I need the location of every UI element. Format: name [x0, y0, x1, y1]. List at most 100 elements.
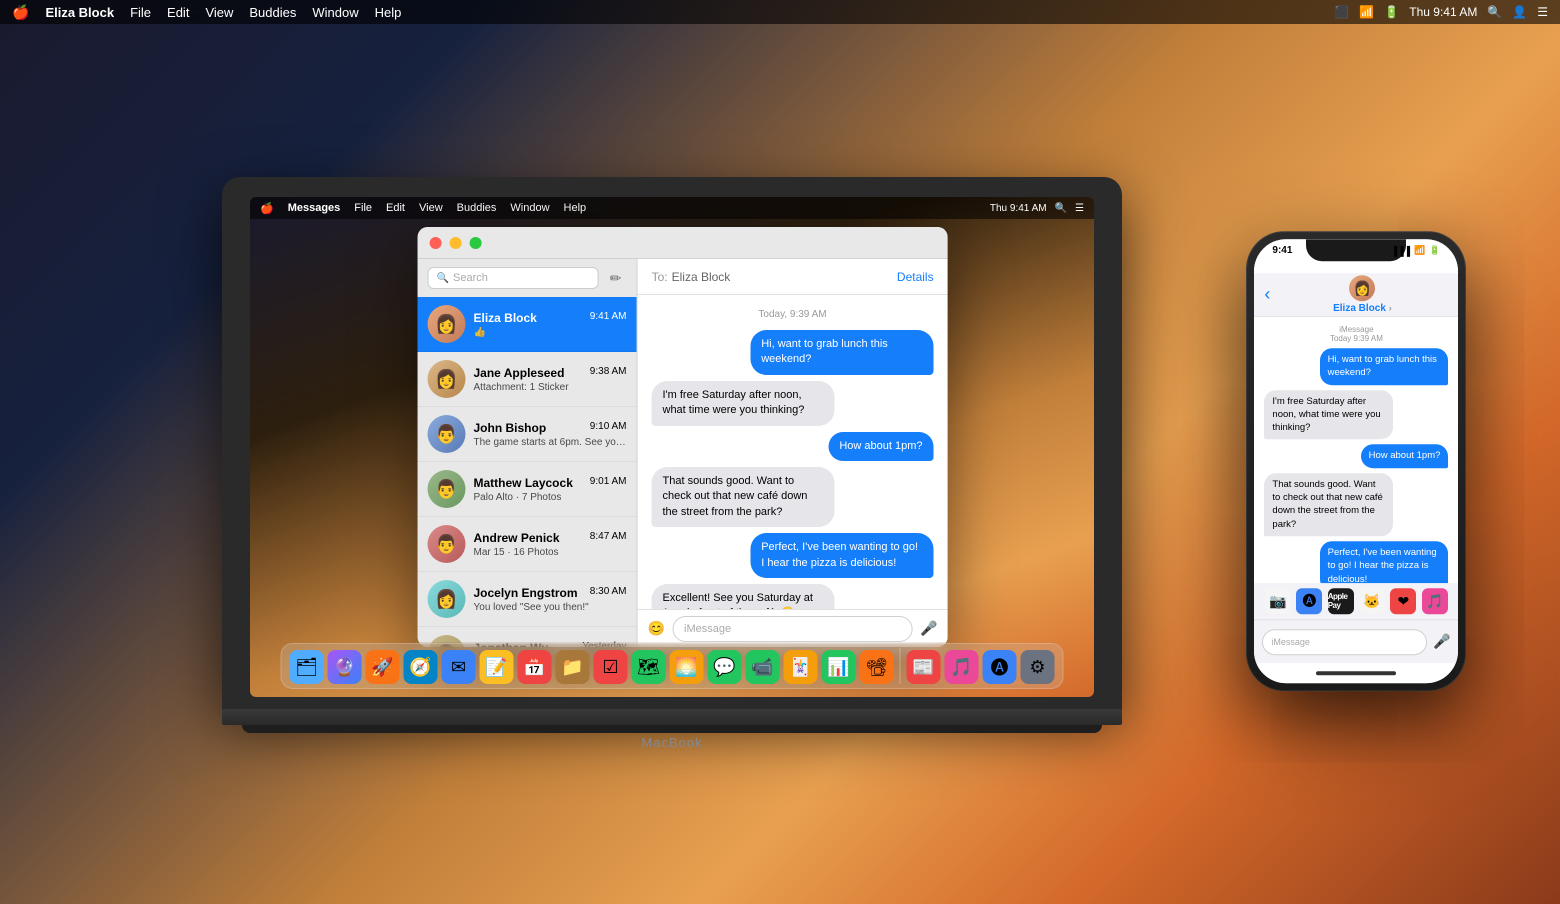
message-3: How about 1pm? — [652, 432, 934, 461]
iphone-signal: ▐▐▐ — [1391, 246, 1410, 256]
search-icon[interactable]: 🔍 — [1487, 5, 1502, 19]
iphone-bubble-3: How about 1pm? — [1361, 445, 1449, 468]
screen-help: Help — [564, 202, 587, 214]
iphone-status-bar: 9:41 ▐▐▐ 📶 🔋 — [1254, 245, 1458, 256]
conversation-andrew[interactable]: 👨 Andrew Penick 8:47 AM Mar 15 · 16 Phot… — [418, 517, 637, 572]
menu-file[interactable]: File — [130, 5, 151, 20]
iphone-wifi: 📶 — [1414, 245, 1425, 256]
conversation-eliza[interactable]: 👩 Eliza Block 9:41 AM 👍 — [418, 297, 637, 352]
wifi-icon: 📶 — [1359, 5, 1374, 19]
iphone-bubble-5: Perfect, I've been wanting to go! I hear… — [1320, 541, 1449, 583]
dock-reminders[interactable]: ☑ — [594, 650, 628, 684]
maximize-button[interactable] — [470, 236, 482, 248]
iphone-icon-memoji[interactable]: 🐱 — [1359, 588, 1385, 614]
avatar-andrew: 👨 — [428, 525, 466, 563]
menubar-time: Thu 9:41 AM — [1409, 5, 1477, 19]
dock-calendar[interactable]: 📅 — [518, 650, 552, 684]
conversation-john[interactable]: 👨 John Bishop 9:10 AM The game starts at… — [418, 407, 637, 462]
laptop-base — [222, 709, 1122, 725]
emoji-button[interactable]: 😊 — [648, 620, 665, 637]
dock-keynote[interactable]: 📽 — [860, 650, 894, 684]
iphone-outer: 9:41 ▐▐▐ 📶 🔋 ‹ 👩 Eliza Block › — [1246, 231, 1466, 691]
airplay-icon: ⬛ — [1334, 5, 1349, 19]
compose-button[interactable]: ✏ — [605, 267, 627, 289]
screen-status: Thu 9:41 AM 🔍 ☰ — [990, 202, 1084, 213]
dock-siri[interactable]: 🔮 — [328, 650, 362, 684]
conv-info-andrew: Andrew Penick 8:47 AM Mar 15 · 16 Photos — [474, 530, 627, 557]
avatar-jane: 👩 — [428, 360, 466, 398]
menubar-app-name: Eliza Block — [45, 5, 114, 20]
dock-news[interactable]: 📰 — [907, 650, 941, 684]
conversation-matthew[interactable]: 👨 Matthew Laycock 9:01 AM Palo Alto · 7 … — [418, 462, 637, 517]
menu-window[interactable]: Window — [312, 5, 358, 20]
menu-view[interactable]: View — [205, 5, 233, 20]
list-icon[interactable]: ☰ — [1537, 5, 1548, 19]
iphone-chat-header: ‹ 👩 Eliza Block › — [1254, 273, 1458, 317]
iphone-home-indicator — [1254, 663, 1458, 683]
close-button[interactable] — [430, 236, 442, 248]
dock-gamecenter[interactable]: 🃏 — [784, 650, 818, 684]
dock-mail[interactable]: ✉ — [442, 650, 476, 684]
search-field[interactable]: 🔍 Search — [428, 267, 599, 289]
dock-photos[interactable]: 🌅 — [670, 650, 704, 684]
screen-buddies: Buddies — [457, 202, 497, 214]
dock-launchpad[interactable]: 🚀 — [366, 650, 400, 684]
imessage-input[interactable]: iMessage — [673, 615, 912, 641]
conversation-jane[interactable]: 👩 Jane Appleseed 9:38 AM Attachment: 1 S… — [418, 352, 637, 407]
chat-timestamp: Today, 9:39 AM — [652, 309, 934, 320]
menubar-right: ⬛ 📶 🔋 Thu 9:41 AM 🔍 👤 ☰ — [1334, 5, 1548, 19]
conv-name-john: John Bishop 9:10 AM — [474, 420, 627, 434]
dock-facetime[interactable]: 📹 — [746, 650, 780, 684]
menu-help[interactable]: Help — [375, 5, 402, 20]
iphone-contact-avatar: 👩 — [1349, 275, 1375, 301]
dock-notes[interactable]: 📝 — [480, 650, 514, 684]
conv-name-andrew: Andrew Penick 8:47 AM — [474, 530, 627, 544]
iphone-back-button[interactable]: ‹ — [1264, 284, 1270, 305]
iphone-inner: 9:41 ▐▐▐ 📶 🔋 ‹ 👩 Eliza Block › — [1254, 239, 1458, 683]
avatar-jocelyn: 👩 — [428, 580, 466, 618]
conv-preview-john: The game starts at 6pm. See you then! — [474, 436, 627, 447]
chat-header: To: Eliza Block Details — [638, 259, 948, 295]
iphone-msg-4: That sounds good. Want to check out that… — [1264, 473, 1448, 536]
dock-numbers[interactable]: 📊 — [822, 650, 856, 684]
details-button[interactable]: Details — [897, 269, 934, 283]
dock-files[interactable]: 📁 — [556, 650, 590, 684]
iphone-contact-name[interactable]: Eliza Block › — [1276, 303, 1448, 314]
iphone-mic-button[interactable]: 🎤 — [1433, 633, 1450, 650]
dock-music[interactable]: 🎵 — [945, 650, 979, 684]
message-1: Hi, want to grab lunch this weekend? — [652, 330, 934, 375]
bubble-3: How about 1pm? — [828, 432, 933, 461]
iphone-icon-appstore[interactable]: 🅐 — [1296, 588, 1322, 614]
battery-icon: 🔋 — [1384, 5, 1399, 19]
minimize-button[interactable] — [450, 236, 462, 248]
iphone-msg-2: I'm free Saturday after noon, what time … — [1264, 390, 1448, 440]
iphone-icon-music[interactable]: 🎵 — [1422, 588, 1448, 614]
menu-buddies[interactable]: Buddies — [249, 5, 296, 20]
messages-window: 🔍 Search ✏ 👩 Eliza Block — [418, 227, 948, 647]
iphone-messages: iMessage Today 9:39 AM Hi, want to grab … — [1254, 317, 1458, 583]
mic-button[interactable]: 🎤 — [920, 620, 937, 637]
iphone-app-icons-bar: 📷 🅐 Apple Pay 🐱 ❤ 🎵 — [1254, 583, 1458, 619]
home-bar — [1316, 671, 1396, 675]
laptop-screen: 🍎 Messages File Edit View Buddies Window… — [250, 197, 1094, 697]
conversation-jocelyn[interactable]: 👩 Jocelyn Engstrom 8:30 AM You loved "Se… — [418, 572, 637, 627]
dock-finder[interactable]: 🗂 — [290, 650, 324, 684]
conv-preview-andrew: Mar 15 · 16 Photos — [474, 546, 627, 557]
dock-messages[interactable]: 💬 — [708, 650, 742, 684]
iphone-icon-applepay[interactable]: Apple Pay — [1328, 588, 1354, 614]
profile-icon[interactable]: 👤 — [1512, 5, 1527, 19]
menu-edit[interactable]: Edit — [167, 5, 189, 20]
iphone-battery: 🔋 — [1429, 245, 1440, 256]
conv-info-eliza: Eliza Block 9:41 AM 👍 — [474, 310, 627, 337]
iphone-service-label: iMessage Today 9:39 AM — [1264, 325, 1448, 343]
apple-menu[interactable]: 🍎 — [12, 4, 29, 21]
dock-maps[interactable]: 🗺 — [632, 650, 666, 684]
dock-sysprefs[interactable]: ⚙ — [1021, 650, 1055, 684]
conv-info-matthew: Matthew Laycock 9:01 AM Palo Alto · 7 Ph… — [474, 475, 627, 502]
iphone-input-field[interactable]: iMessage — [1262, 629, 1427, 655]
dock-appstore[interactable]: 🅐 — [983, 650, 1017, 684]
screen-file: File — [354, 202, 372, 214]
iphone-icon-camera[interactable]: 📷 — [1265, 588, 1291, 614]
dock-safari[interactable]: 🧭 — [404, 650, 438, 684]
iphone-icon-digitaltouch[interactable]: ❤ — [1390, 588, 1416, 614]
